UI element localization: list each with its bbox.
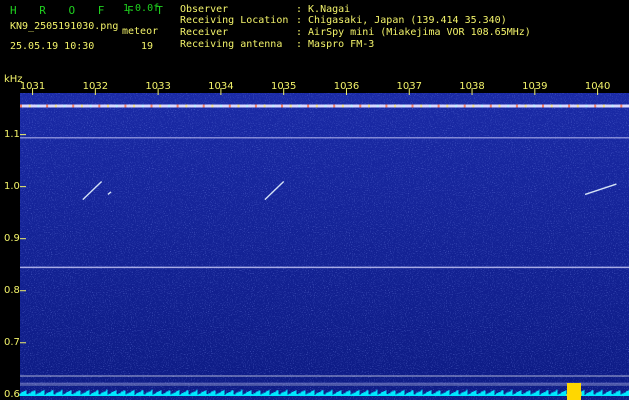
x-tick-label: 1037 bbox=[396, 81, 422, 92]
carrier-hotspot bbox=[228, 104, 231, 108]
carrier-hotspot bbox=[237, 104, 240, 108]
carrier-hotspot bbox=[124, 104, 127, 108]
carrier-hotspot bbox=[611, 104, 614, 108]
carrier-hotspot bbox=[507, 104, 510, 108]
carrier-hotspot bbox=[324, 104, 327, 108]
carrier-hotspot bbox=[37, 104, 40, 108]
y-tick-label: 1.0 bbox=[4, 180, 20, 192]
carrier-hotspot bbox=[376, 104, 379, 108]
x-tick-label: 1039 bbox=[522, 81, 548, 92]
carrier-hotspot bbox=[263, 104, 266, 108]
carrier-hotspot bbox=[428, 104, 431, 108]
carrier-hotspot bbox=[281, 104, 283, 108]
carrier-hotspot bbox=[307, 104, 310, 108]
carrier-hotspot bbox=[107, 104, 109, 108]
carrier-hotspot bbox=[489, 104, 492, 108]
carrier-hotspot bbox=[272, 104, 275, 108]
carrier-hotspot bbox=[141, 104, 144, 108]
carrier-hotspot bbox=[359, 104, 362, 108]
carrier-hotspot bbox=[515, 104, 518, 108]
carrier-hotspot bbox=[524, 104, 527, 108]
x-tick-label: 1033 bbox=[145, 81, 171, 92]
carrier-hotspot bbox=[602, 104, 605, 108]
y-tick-label: 0.7 bbox=[4, 336, 20, 348]
carrier-hotspot bbox=[568, 104, 571, 108]
carrier-hotspot bbox=[194, 104, 196, 108]
carrier-hotspot bbox=[98, 104, 101, 108]
carrier-hotspot bbox=[176, 104, 179, 108]
carrier-hotspot bbox=[455, 104, 457, 108]
x-tick-label: 1038 bbox=[459, 81, 485, 92]
spectrogram-noise bbox=[20, 93, 629, 400]
x-tick-label: 1036 bbox=[333, 81, 360, 92]
y-tick-label: 0.6 bbox=[4, 388, 20, 400]
carrier-hotspot bbox=[289, 104, 292, 108]
carrier-hotspot bbox=[159, 104, 162, 108]
carrier-hotspot bbox=[150, 104, 153, 108]
x-tick-label: 1031 bbox=[19, 81, 46, 92]
carrier-hotspot bbox=[463, 104, 466, 108]
carrier-hotspot bbox=[167, 104, 170, 108]
y-tick-label: 0.8 bbox=[4, 284, 20, 296]
carrier-hotspot bbox=[533, 104, 536, 108]
carrier-hotspot bbox=[28, 104, 31, 108]
carrier-hotspot bbox=[559, 104, 562, 108]
carrier-hotspot bbox=[498, 104, 501, 108]
carrier-hotspot bbox=[185, 104, 188, 108]
carrier-hotspot bbox=[254, 104, 257, 108]
burst-highlight bbox=[567, 383, 581, 400]
carrier-hotspot bbox=[46, 104, 49, 108]
carrier-hotspot bbox=[298, 104, 301, 108]
carrier-hotspot bbox=[542, 104, 544, 108]
y-tick-label: 0.9 bbox=[4, 232, 20, 244]
carrier-hotspot bbox=[133, 104, 136, 108]
carrier-hotspot bbox=[341, 104, 344, 108]
carrier-hotspot bbox=[350, 104, 353, 108]
carrier-hotspot bbox=[202, 104, 205, 108]
carrier-hotspot bbox=[333, 104, 336, 108]
carrier-hotspot bbox=[437, 104, 440, 108]
carrier-hotspot bbox=[89, 104, 92, 108]
carrier-hotspot bbox=[211, 104, 214, 108]
carrier-hotspot bbox=[63, 104, 66, 108]
carrier-hotspot bbox=[54, 104, 57, 108]
carrier-hotspot bbox=[620, 104, 623, 108]
carrier-hotspot bbox=[246, 104, 249, 108]
carrier-hotspot bbox=[220, 104, 223, 108]
carrier-hotspot bbox=[20, 104, 22, 108]
carrier-hotspot bbox=[394, 104, 397, 108]
carrier-hotspot bbox=[472, 104, 475, 108]
carrier-hotspot bbox=[80, 104, 83, 108]
carrier-hotspot bbox=[481, 104, 484, 108]
carrier-hotspot bbox=[402, 104, 405, 108]
x-tick-label: 1032 bbox=[82, 81, 109, 92]
carrier-hotspot bbox=[446, 104, 449, 108]
carrier-hotspot bbox=[420, 104, 423, 108]
carrier-hotspot bbox=[115, 104, 118, 108]
carrier-hotspot bbox=[576, 104, 579, 108]
x-tick-label: 1034 bbox=[208, 81, 234, 92]
y-tick-label: 1.1 bbox=[4, 128, 20, 140]
carrier-hotspot bbox=[368, 104, 370, 108]
carrier-hotspot bbox=[315, 104, 318, 108]
spectrogram-chart bbox=[19, 88, 629, 400]
carrier-hotspot bbox=[385, 104, 388, 108]
carrier-hotspot bbox=[411, 104, 414, 108]
x-tick-label: 1040 bbox=[584, 81, 611, 92]
hrofft-screenshot: H R O F F T 1.0.0f KN9_2505191030.png me… bbox=[0, 0, 629, 400]
carrier-hotspot bbox=[585, 104, 588, 108]
carrier-hotspot bbox=[72, 104, 75, 108]
carrier-hotspot bbox=[550, 104, 553, 108]
carrier-hotspot bbox=[594, 104, 597, 108]
x-tick-label: 1035 bbox=[270, 81, 297, 92]
